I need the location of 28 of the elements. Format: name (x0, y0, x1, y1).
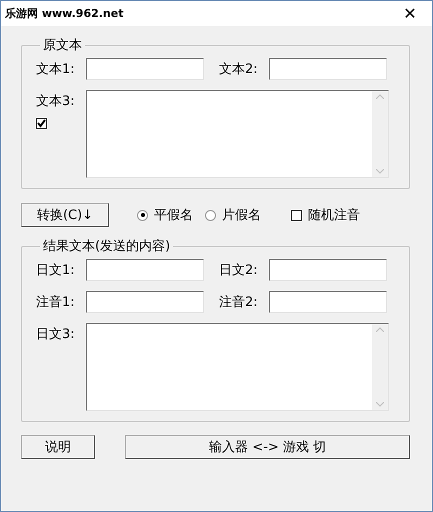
close-button[interactable]: ✕ (388, 4, 432, 23)
convert-button[interactable]: 转换(C)↓ (21, 203, 109, 227)
group-title: 原文本 (42, 37, 83, 54)
input-field[interactable] (269, 58, 387, 80)
field-label: 日文2: (219, 262, 259, 279)
field-label: 文本2: (219, 61, 259, 78)
switch-button[interactable]: 输入器 <-> 游戏 切 (125, 435, 410, 459)
group-title: 结果文本(发送的内容) (42, 238, 172, 255)
radio-button[interactable] (137, 210, 148, 220)
input-field[interactable] (86, 291, 204, 313)
field-label: 注音2: (219, 294, 259, 311)
field-label: 日文1: (36, 262, 76, 279)
field-label: 文本1: (36, 61, 76, 78)
input-field[interactable] (86, 259, 204, 281)
checkbox[interactable] (291, 210, 302, 220)
field-label: 文本3: (36, 93, 76, 110)
checkbox[interactable] (36, 118, 47, 129)
window-title: 乐游网 www.962.net (5, 6, 124, 21)
field-label: 注音1: (36, 294, 76, 311)
help-button[interactable]: 说明 (21, 435, 96, 459)
option-label: 随机注音 (308, 207, 360, 224)
option-label: 平假名 (154, 207, 193, 224)
field-label: 日文3: (36, 326, 76, 343)
radio-button[interactable] (205, 210, 216, 220)
option-label: 片假名 (222, 207, 261, 224)
input-field[interactable] (86, 58, 204, 80)
input-field[interactable] (269, 259, 387, 281)
input-field[interactable] (269, 291, 387, 313)
